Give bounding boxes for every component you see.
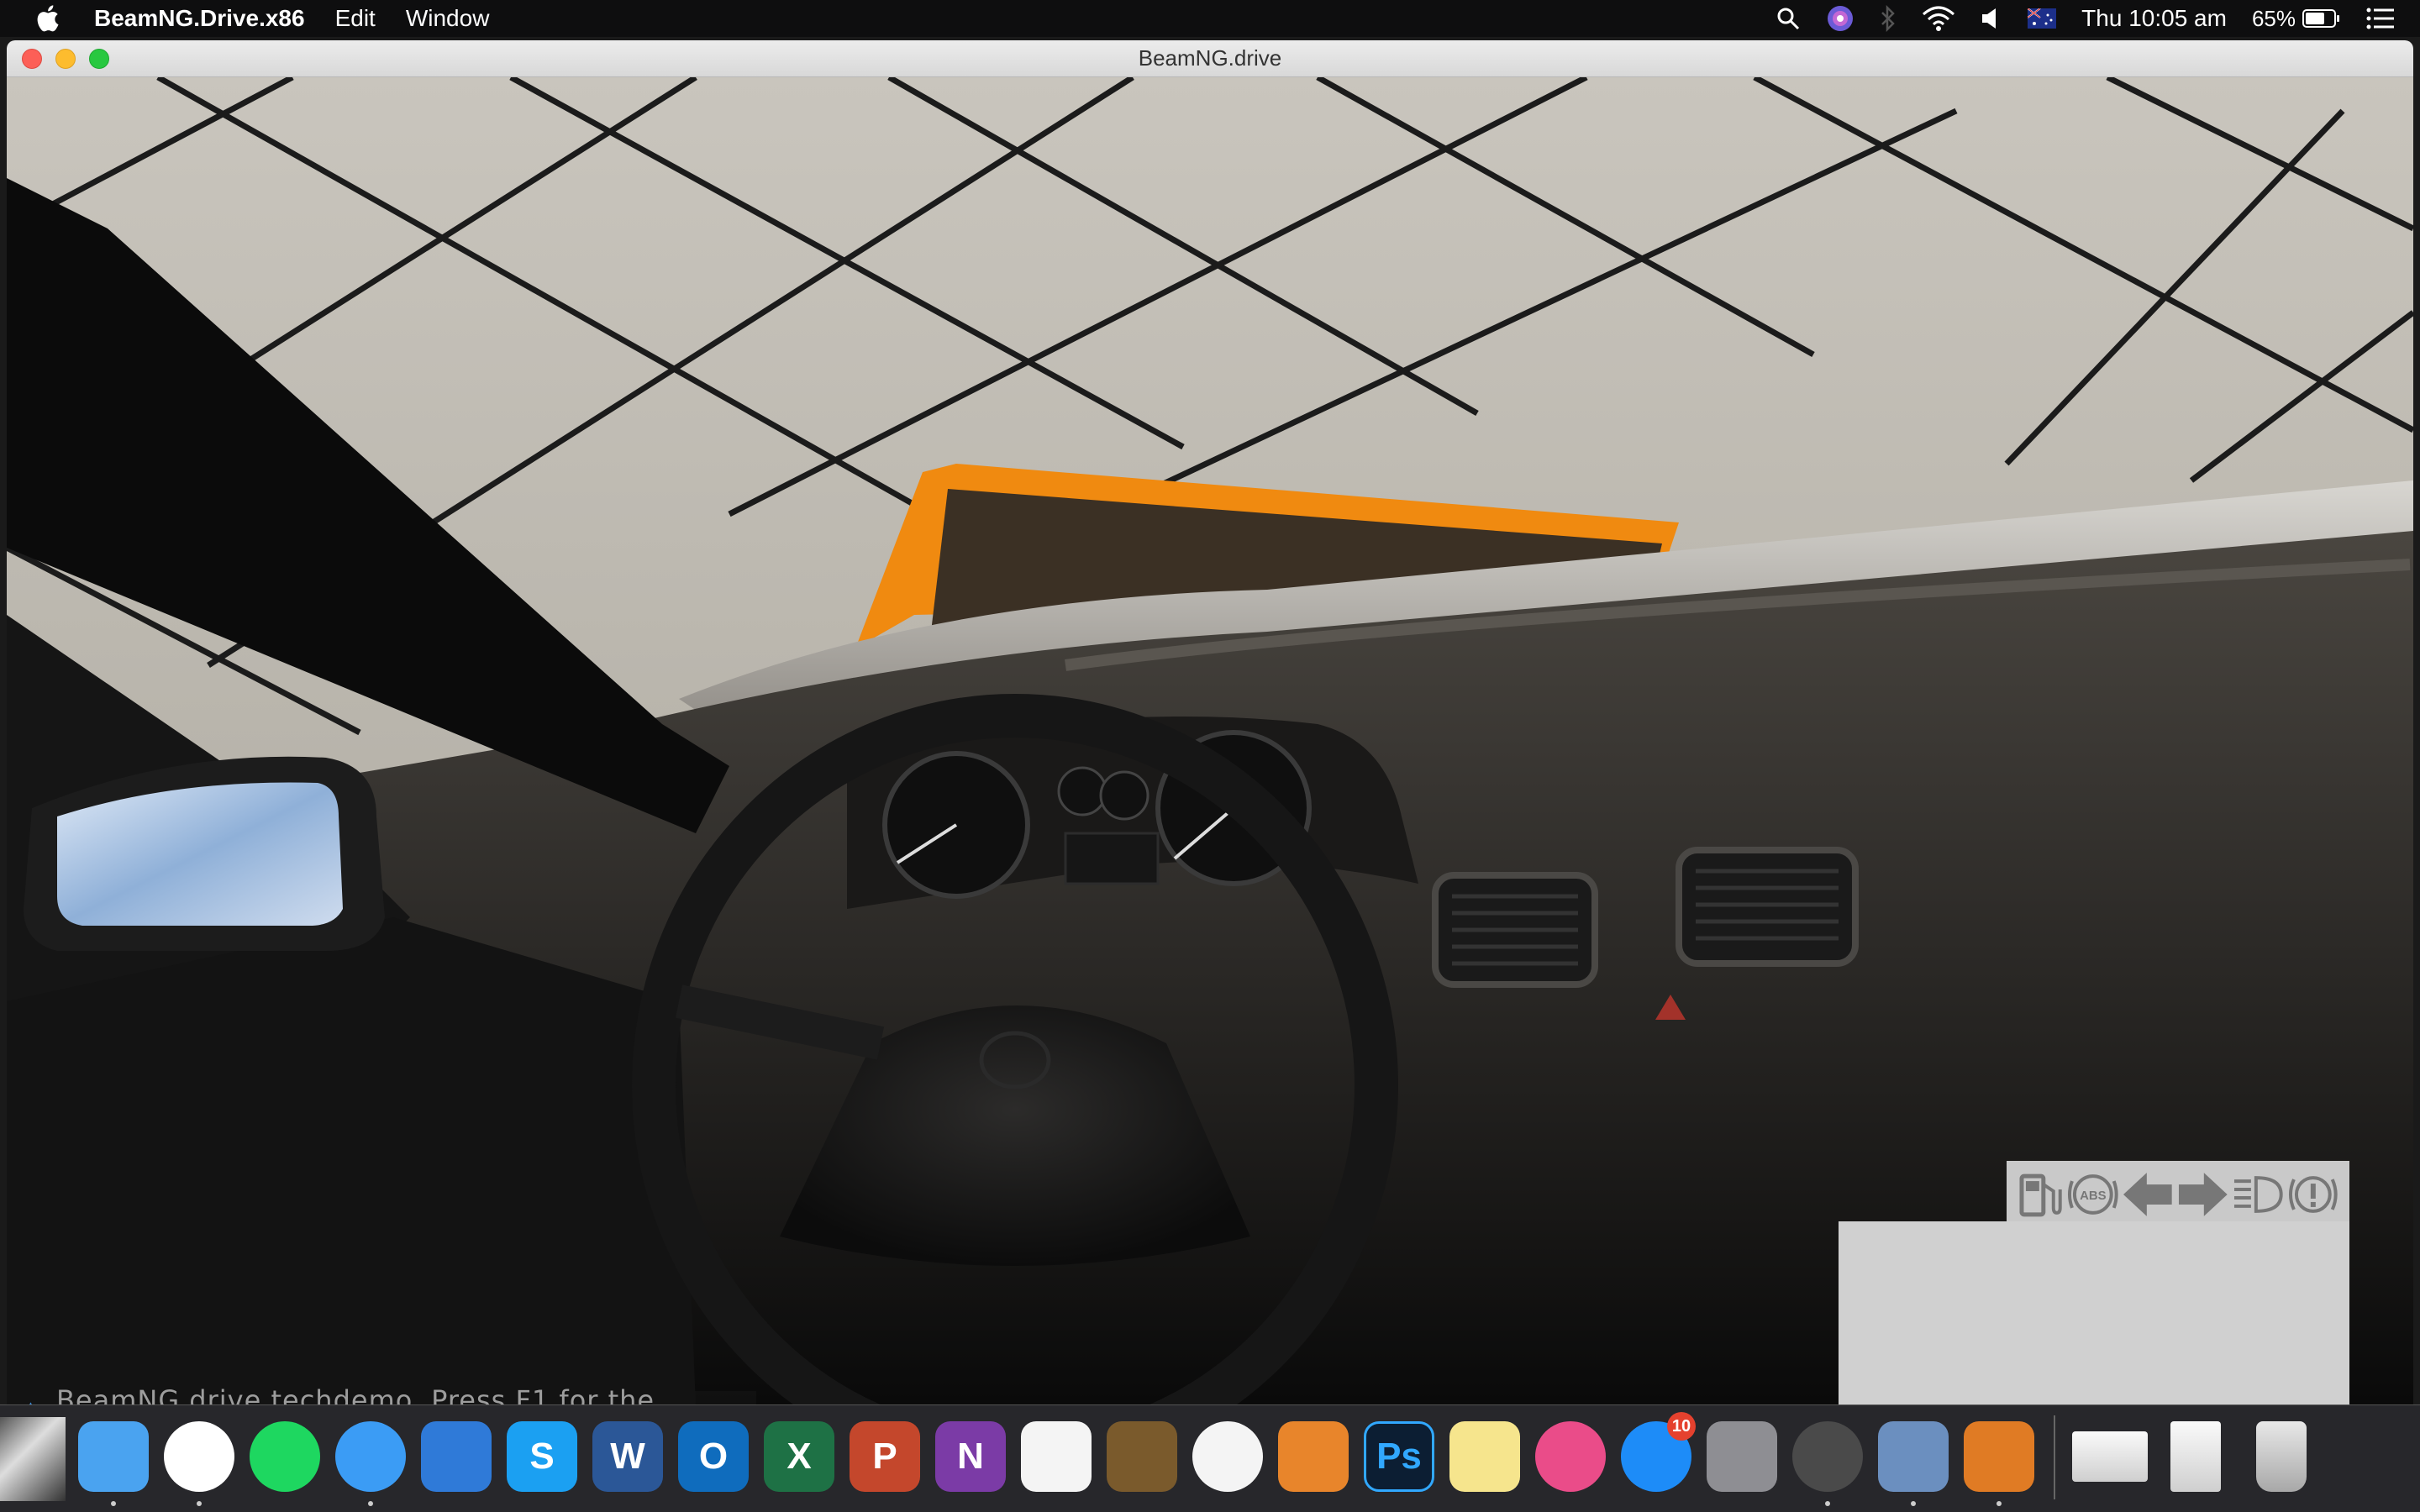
volume-icon[interactable] <box>1981 6 2002 31</box>
window-title: BeamNG.drive <box>1138 45 1282 71</box>
abs-icon: ABS <box>2067 1174 2118 1215</box>
dock-item-garageband[interactable] <box>1099 1414 1185 1499</box>
warning-icon <box>2289 1176 2338 1213</box>
beamng-icon <box>1792 1421 1863 1492</box>
dock-item-reminders[interactable] <box>1013 1414 1099 1499</box>
safari-icon <box>335 1421 406 1492</box>
chrome-icon <box>164 1421 234 1492</box>
excel-icon: X <box>764 1421 834 1492</box>
dock-separator <box>2054 1415 2055 1499</box>
battery-icon[interactable] <box>2302 8 2341 29</box>
wifi-icon[interactable] <box>1922 6 1955 31</box>
dock-item-documents-stack[interactable] <box>2153 1414 2238 1499</box>
finder-icon <box>78 1421 149 1492</box>
itunes-icon <box>1535 1421 1606 1492</box>
menu-bar: BeamNG.Drive.x86 Edit Window Thu 10:05 a… <box>0 0 2420 37</box>
battery-percent[interactable]: 65% <box>2252 6 2296 32</box>
menu-clock[interactable]: Thu 10:05 am <box>2081 5 2227 32</box>
garageband-icon <box>1107 1421 1177 1492</box>
app-name-menu[interactable]: BeamNG.Drive.x86 <box>94 5 305 32</box>
dock-item-onedrive[interactable] <box>413 1414 499 1499</box>
headlight-icon <box>2233 1176 2283 1213</box>
running-indicator <box>197 1501 202 1506</box>
game-viewport[interactable]: ABS BeamNG.drive techdemo. Press F1 for … <box>7 77 2413 1404</box>
dock-item-notes[interactable] <box>1442 1414 1528 1499</box>
apple-logo-icon[interactable] <box>32 2 66 35</box>
dock-item-photos[interactable] <box>1185 1414 1270 1499</box>
vehicle-indicator-bar: ABS <box>2007 1161 2349 1228</box>
hud-info-panel <box>1839 1221 2349 1404</box>
spotify-icon <box>250 1421 320 1492</box>
running-indicator <box>1996 1501 2002 1506</box>
input-source-flag-icon[interactable] <box>2028 8 2057 29</box>
running-indicator <box>111 1501 116 1506</box>
menu-edit[interactable]: Edit <box>335 5 376 32</box>
running-indicator <box>368 1501 373 1506</box>
dock-item-finder[interactable] <box>71 1414 156 1506</box>
dock-item-screenshot-stack[interactable] <box>2067 1414 2153 1499</box>
dock-item-trash[interactable] <box>2238 1414 2324 1499</box>
preview-icon <box>1878 1421 1949 1492</box>
notes-icon <box>1449 1421 1520 1492</box>
dock-item-itunes[interactable] <box>1528 1414 1613 1499</box>
dock-item-photoshop[interactable]: Ps <box>1356 1414 1442 1499</box>
screenshot-stack-icon <box>2072 1431 2148 1482</box>
dock-item-chrome[interactable] <box>156 1414 242 1506</box>
dock-item-skype[interactable]: S <box>499 1414 585 1499</box>
word-icon: W <box>592 1421 663 1492</box>
dock-item-network-tool[interactable] <box>1956 1414 2042 1506</box>
zoom-window-button[interactable] <box>89 49 109 69</box>
controls-hint-bar: BeamNG.drive techdemo. Press F1 for the … <box>7 1384 756 1404</box>
documents-stack-icon <box>2170 1421 2221 1492</box>
abs-label: ABS <box>2080 1189 2107 1203</box>
minimized-window-thumbnail[interactable] <box>0 1417 66 1501</box>
dock-item-system-preferences[interactable] <box>1699 1414 1785 1499</box>
dock: S W O X P N Ps 10 <box>0 1404 2420 1512</box>
game-window: BeamNG.drive ABS BeamNG.drive techdemo. … <box>7 40 2413 1404</box>
fuel-icon <box>2019 1173 2062 1217</box>
dock-items: S W O X P N Ps 10 <box>71 1412 2324 1506</box>
dock-item-preview[interactable] <box>1870 1414 1956 1506</box>
powerpoint-icon: P <box>850 1421 920 1492</box>
notification-badge: 10 <box>1667 1412 1696 1441</box>
network-tool-icon <box>1964 1421 2034 1492</box>
onenote-icon: N <box>935 1421 1006 1492</box>
left-signal-icon <box>2123 1173 2173 1216</box>
outlook-icon: O <box>678 1421 749 1492</box>
skype-icon: S <box>507 1421 577 1492</box>
dock-item-outlook[interactable]: O <box>671 1414 756 1499</box>
onedrive-icon <box>421 1421 492 1492</box>
blender-icon <box>1278 1421 1349 1492</box>
siri-icon[interactable] <box>1826 4 1854 33</box>
running-indicator <box>1911 1501 1916 1506</box>
minimize-window-button[interactable] <box>55 49 76 69</box>
trash-icon <box>2256 1421 2307 1492</box>
dock-item-excel[interactable]: X <box>756 1414 842 1499</box>
dock-item-powerpoint[interactable]: P <box>842 1414 928 1499</box>
close-window-button[interactable] <box>22 49 42 69</box>
dock-item-spotify[interactable] <box>242 1414 328 1499</box>
dock-item-blender[interactable] <box>1270 1414 1356 1499</box>
window-controls <box>22 49 123 69</box>
dock-item-word[interactable]: W <box>585 1414 671 1499</box>
running-indicator <box>1825 1501 1830 1506</box>
desktop: BeamNG.Drive.x86 Edit Window Thu 10:05 a… <box>0 0 2420 1512</box>
bluetooth-icon[interactable] <box>1880 5 1897 32</box>
dock-item-safari[interactable] <box>328 1414 413 1506</box>
reminders-icon <box>1021 1421 1092 1492</box>
spotlight-search-icon[interactable] <box>1776 6 1801 31</box>
notification-center-icon[interactable] <box>2366 7 2395 30</box>
photos-icon <box>1192 1421 1263 1492</box>
dock-item-onenote[interactable]: N <box>928 1414 1013 1499</box>
dock-item-beamng[interactable] <box>1785 1414 1870 1506</box>
window-titlebar[interactable]: BeamNG.drive <box>7 40 2413 77</box>
menu-window[interactable]: Window <box>406 5 490 32</box>
controls-hint-text: BeamNG.drive techdemo. Press F1 for the … <box>55 1384 655 1404</box>
system-preferences-icon <box>1707 1421 1777 1492</box>
dock-item-app-store[interactable]: 10 <box>1613 1412 1699 1499</box>
photoshop-icon: Ps <box>1364 1421 1434 1492</box>
right-signal-icon <box>2178 1173 2228 1216</box>
